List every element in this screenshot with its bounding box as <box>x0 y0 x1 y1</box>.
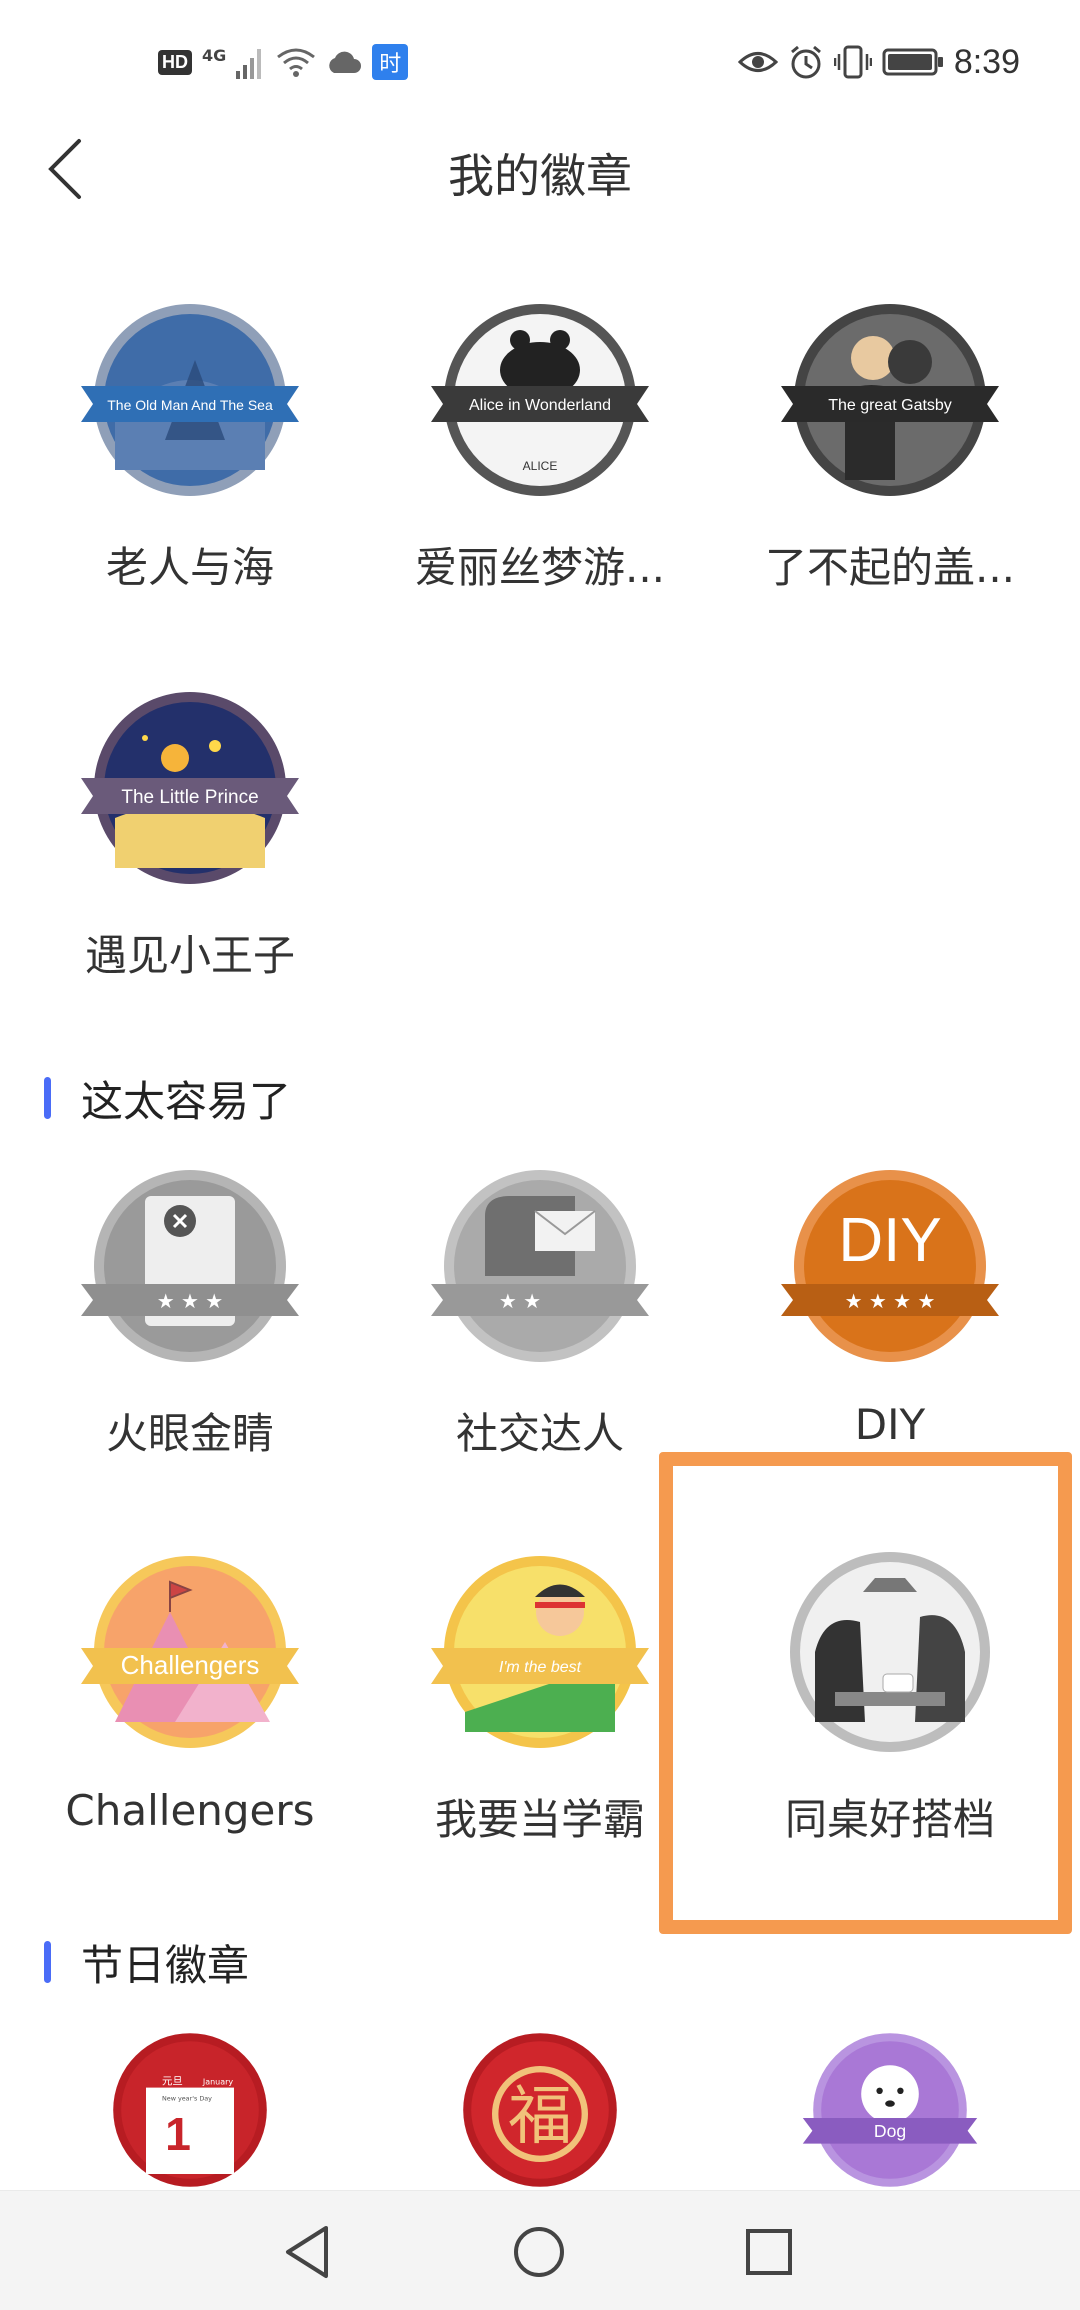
svg-text:福: 福 <box>508 2080 572 2154</box>
cloud-icon <box>329 51 362 73</box>
fu-character-badge-icon: 福 <box>463 2033 617 2187</box>
nav-recent-button[interactable] <box>734 2217 804 2287</box>
desk-partners-badge-icon <box>790 1552 990 1752</box>
svg-text:I'm the best: I'm the best <box>499 1659 582 1676</box>
alarm-icon <box>790 45 821 79</box>
svg-text:The Little Prince: The Little Prince <box>121 787 258 808</box>
badge-label: 我要当学霸 <box>434 1795 645 1844</box>
diy-badge-icon: DIY ★ ★ ★ ★ <box>781 1170 999 1362</box>
wifi-icon <box>277 48 316 77</box>
badge-label: Challengers <box>65 1786 315 1835</box>
status-bar: HD 4G 时 8:39 <box>0 0 1080 120</box>
section-header-holiday: 节日徽章 <box>44 1932 249 1992</box>
little-prince-badge-icon: The Little Prince <box>81 692 299 884</box>
status-right: 8:39 <box>737 38 1020 86</box>
badge-label: 老人与海 <box>105 543 274 592</box>
badge-top-student[interactable]: I'm the best 我要当学霸 <box>366 1552 714 1882</box>
section-title: 这太容易了 <box>81 1076 292 1126</box>
svg-text:The great Gatsby: The great Gatsby <box>828 397 952 414</box>
hero-kid-badge-icon: I'm the best <box>431 1556 649 1748</box>
clock-time: 8:39 <box>953 42 1020 81</box>
badge-alice-in-wonderland[interactable]: Alice in Wonderland ALICE 爱丽丝梦游... <box>366 300 714 630</box>
scroll-badge-icon: ★ ★ ★ <box>81 1170 299 1362</box>
nav-back-button[interactable] <box>272 2217 342 2287</box>
svg-text:★ ★ ★ ★: ★ ★ ★ ★ <box>845 1289 936 1313</box>
section-accent-bar <box>44 1077 51 1119</box>
badge-label: 了不起的盖... <box>764 543 1016 592</box>
badge-label: 遇见小王子 <box>84 931 295 980</box>
svg-text:January: January <box>202 2077 234 2086</box>
svg-text:ALICE: ALICE <box>523 459 558 473</box>
svg-text:★ ★: ★ ★ <box>499 1289 541 1313</box>
badge-label: 同桌好搭档 <box>784 1795 995 1844</box>
svg-text:Dog: Dog <box>874 2121 906 2141</box>
square-recent-icon <box>746 2229 792 2275</box>
badge-label: 火眼金睛 <box>105 1409 274 1458</box>
svg-text:The Old Man And The Sea: The Old Man And The Sea <box>107 397 273 413</box>
circle-home-icon <box>514 2227 564 2277</box>
badge-little-prince[interactable]: The Little Prince 遇见小王子 <box>16 688 364 1018</box>
badge-label: 爱丽丝梦游... <box>414 543 666 592</box>
page-title: 我的徽章 <box>448 149 632 203</box>
svg-text:1: 1 <box>165 2108 191 2160</box>
alice-badge-icon: Alice in Wonderland ALICE <box>431 304 649 496</box>
svg-text:New year's Day: New year's Day <box>162 2094 212 2102</box>
badge-label: 社交达人 <box>455 1409 624 1458</box>
hd-icon: HD <box>158 49 192 75</box>
signal-icon <box>236 49 262 79</box>
status-left: HD 4G 时 <box>158 42 409 82</box>
app-icon: 时 <box>372 44 409 80</box>
section-header-easy: 这太容易了 <box>44 1068 291 1128</box>
svg-text:DIY: DIY <box>838 1206 941 1275</box>
old-man-sea-badge-icon: The Old Man And The Sea <box>81 304 299 496</box>
badge-new-year[interactable]: 元旦 January New year's Day 1 <box>16 2030 364 2190</box>
badge-challengers[interactable]: Challengers Challengers <box>16 1552 364 1882</box>
badge-social-expert[interactable]: ★ ★ 社交达人 <box>366 1166 714 1496</box>
badge-great-gatsby[interactable]: The great Gatsby 了不起的盖... <box>716 300 1064 630</box>
triangle-back-icon <box>286 2226 328 2278</box>
svg-text:Alice in Wonderland: Alice in Wonderland <box>469 397 611 414</box>
badge-old-man-and-the-sea[interactable]: The Old Man And The Sea 老人与海 <box>16 300 364 630</box>
section-title: 节日徽章 <box>81 1940 250 1990</box>
badge-fortune[interactable]: 福 <box>366 2030 714 2190</box>
mountain-flag-badge-icon: Challengers <box>81 1556 299 1748</box>
battery-icon <box>882 48 943 76</box>
badge-label: DIY <box>854 1400 926 1449</box>
badge-dog-year[interactable]: Dog <box>716 2030 1064 2190</box>
system-nav-bar <box>0 2190 1080 2310</box>
dog-badge-icon: Dog <box>802 2033 978 2187</box>
section-accent-bar <box>44 1941 51 1983</box>
calendar-badge-icon: 元旦 January New year's Day 1 <box>113 2033 267 2187</box>
badge-sharp-eyes[interactable]: ★ ★ ★ 火眼金睛 <box>16 1166 364 1496</box>
svg-text:元旦: 元旦 <box>162 2075 183 2087</box>
vibrate-icon <box>833 45 872 79</box>
gatsby-badge-icon: The great Gatsby <box>781 304 999 496</box>
network-type-label: 4G <box>202 45 227 65</box>
nav-home-button[interactable] <box>504 2217 574 2287</box>
svg-text:Challengers: Challengers <box>121 1650 260 1680</box>
badge-desk-partner[interactable]: 同桌好搭档 <box>716 1552 1064 1882</box>
title-bar: 我的徽章 <box>0 120 1080 220</box>
svg-text:★ ★ ★: ★ ★ ★ <box>157 1289 224 1313</box>
eye-icon <box>737 52 778 72</box>
mailbox-badge-icon: ★ ★ <box>431 1170 649 1362</box>
badge-diy[interactable]: DIY ★ ★ ★ ★ DIY <box>716 1166 1064 1496</box>
